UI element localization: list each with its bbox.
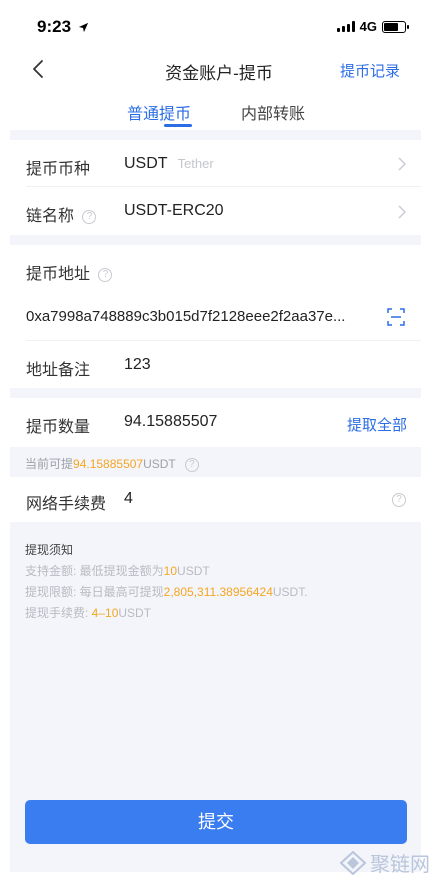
help-icon[interactable]: ?	[184, 457, 199, 472]
coin-label: 提币币种	[26, 161, 91, 178]
amount-row: 提币数量 94.15885507 提取全部	[10, 398, 421, 447]
tab-normal-withdraw[interactable]: 普通提币	[127, 100, 191, 124]
chain-value: USDT-ERC20	[124, 202, 224, 219]
section-divider	[10, 130, 421, 140]
help-icon[interactable]: ?	[392, 493, 406, 507]
help-icon[interactable]: ?	[82, 209, 97, 224]
watermark-text: 聚链网	[370, 852, 430, 875]
chain-select-row[interactable]: 链名称 ? USDT-ERC20	[10, 187, 421, 235]
battery-icon	[382, 20, 409, 33]
memo-input[interactable]: 123	[124, 356, 151, 374]
watermark: 聚链网	[340, 848, 430, 875]
notes-title: 提现须知	[25, 543, 74, 557]
address-label: 提币地址 ?	[26, 260, 113, 284]
note-fee-range: 提现手续费: 4–10USDT	[25, 606, 152, 620]
coin-select-row[interactable]: 提币币种 USDT Tether	[10, 140, 421, 187]
network-fee-row: 网络手续费 4 ?	[10, 477, 421, 522]
chevron-right-icon	[398, 157, 406, 171]
amount-input[interactable]: 94.15885507	[124, 413, 217, 431]
fee-label: 网络手续费	[26, 496, 107, 513]
tab-internal-transfer[interactable]: 内部转账	[241, 100, 305, 124]
available-amount: 94.15885507	[73, 457, 144, 471]
coin-symbol: USDT	[124, 155, 168, 172]
submit-button[interactable]: 提交	[25, 800, 407, 844]
note-min-amount: 支持金额: 最低提现金额为10USDT	[25, 564, 210, 578]
status-bar: 9:23 4G	[0, 0, 438, 54]
chain-label: 链名称 ?	[26, 202, 97, 226]
tab-bar: 普通提币 内部转账	[0, 94, 438, 128]
coin-name-hint: Tether	[177, 156, 214, 171]
network-type: 4G	[359, 19, 377, 34]
memo-label: 地址备注	[26, 362, 91, 379]
fee-value: 4	[124, 490, 133, 507]
withdraw-history-link[interactable]: 提币记录	[340, 60, 400, 81]
section-divider	[10, 388, 421, 398]
active-tab-indicator	[164, 124, 192, 127]
status-time: 9:23	[37, 17, 89, 37]
section-divider	[10, 235, 421, 245]
address-section: 提币地址 ? 0xa7998a748889c3b015d7f2128eee2f2…	[10, 245, 421, 341]
amount-label: 提币数量	[26, 419, 91, 436]
signal-icon	[336, 21, 355, 32]
coin-value: USDT Tether	[124, 155, 214, 173]
address-memo-row: 地址备注 123	[10, 341, 421, 388]
status-indicators: 4G	[336, 19, 409, 34]
nav-bar: 资金账户-提币 提币记录	[0, 50, 438, 90]
location-arrow-icon	[78, 22, 88, 33]
available-balance-bar: 当前可提94.15885507USDT ?	[10, 447, 421, 477]
withdraw-all-button[interactable]: 提取全部	[347, 414, 407, 435]
address-input[interactable]: 0xa7998a748889c3b015d7f2128eee2f2aa37e..…	[26, 308, 345, 325]
available-balance: 当前可提94.15885507USDT ?	[25, 455, 199, 472]
help-icon[interactable]: ?	[98, 267, 113, 282]
chevron-right-icon	[398, 205, 406, 219]
note-daily-limit: 提现限额: 每日最高可提现2,805,311.38956424USDT.	[25, 585, 308, 599]
watermark-logo-icon	[340, 850, 366, 875]
scan-qr-icon[interactable]	[387, 308, 405, 326]
